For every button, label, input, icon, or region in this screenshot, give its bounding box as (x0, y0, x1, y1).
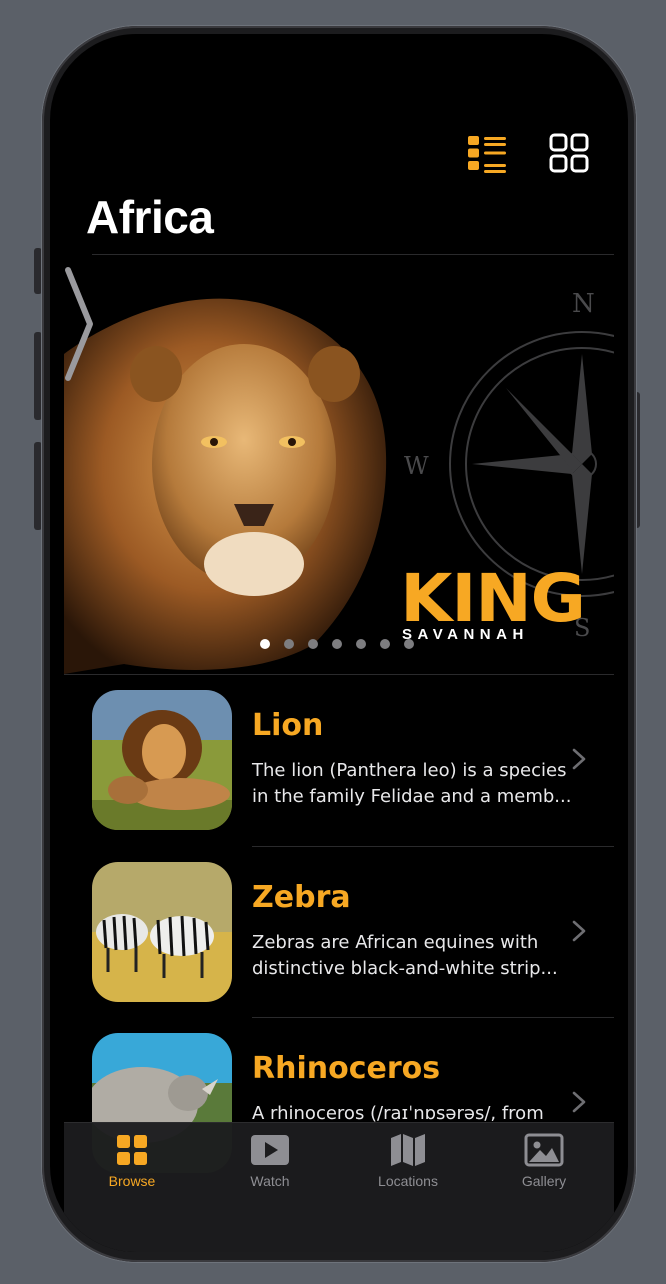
hero-subline: SAVANNAH (402, 626, 529, 643)
item-title: Zebra (252, 880, 351, 915)
volume-up-button (34, 332, 42, 420)
page-title: Africa (86, 191, 214, 243)
tab-label: Watch (250, 1173, 290, 1189)
page-dot[interactable] (404, 639, 414, 649)
list-item-lion[interactable]: Lion The lion (Panthera leo) is a specie… (92, 690, 614, 830)
silent-switch (34, 248, 42, 294)
page-dot[interactable] (308, 639, 318, 649)
tab-watch[interactable]: Watch (210, 1133, 330, 1189)
svg-text:N: N (572, 289, 595, 319)
list-view-icon[interactable] (466, 132, 508, 174)
photo-icon (524, 1133, 564, 1167)
list-separator (252, 846, 614, 847)
tab-gallery[interactable]: Gallery (484, 1133, 604, 1189)
page-indicator[interactable] (260, 639, 414, 649)
page-dot[interactable] (260, 639, 270, 649)
play-icon (251, 1135, 289, 1165)
chevron-right-icon (572, 1091, 586, 1113)
tab-label: Locations (378, 1173, 438, 1189)
item-description: Zebras are African equines with distinct… (252, 932, 558, 979)
page-dot[interactable] (284, 639, 294, 649)
chevron-right-icon (572, 920, 586, 942)
list-separator (252, 1017, 614, 1018)
hero-carousel[interactable]: N W S KING SAVANNAH (64, 264, 614, 674)
tab-locations[interactable]: Locations (348, 1133, 468, 1189)
title-divider (92, 254, 614, 255)
item-title: Lion (252, 708, 324, 743)
screen: Africa N W S KING SAVANNAH Lion The lion… (50, 34, 628, 1252)
tab-bar: Browse Watch Locations Gallery (64, 1122, 614, 1252)
chevron-right-icon[interactable] (64, 264, 94, 384)
grid-view-icon[interactable] (548, 132, 590, 174)
tab-label: Browse (108, 1173, 156, 1189)
chevron-right-icon (572, 748, 586, 770)
zebra-thumbnail (92, 862, 232, 1002)
tab-label: Gallery (521, 1173, 567, 1189)
tab-browse[interactable]: Browse (72, 1133, 192, 1189)
item-description: The lion (Panthera leo) is a species in … (252, 760, 572, 807)
page-dot[interactable] (356, 639, 366, 649)
svg-text:W: W (404, 452, 429, 480)
lion-thumbnail (92, 690, 232, 830)
page-dot[interactable] (380, 639, 390, 649)
page-dot[interactable] (332, 639, 342, 649)
hero-divider (64, 674, 614, 675)
item-title: Rhinoceros (252, 1051, 441, 1086)
list-item-zebra[interactable]: Zebra Zebras are African equines with di… (92, 862, 614, 1002)
map-icon (391, 1134, 425, 1166)
volume-down-button (34, 442, 42, 530)
grid-icon (117, 1135, 147, 1165)
